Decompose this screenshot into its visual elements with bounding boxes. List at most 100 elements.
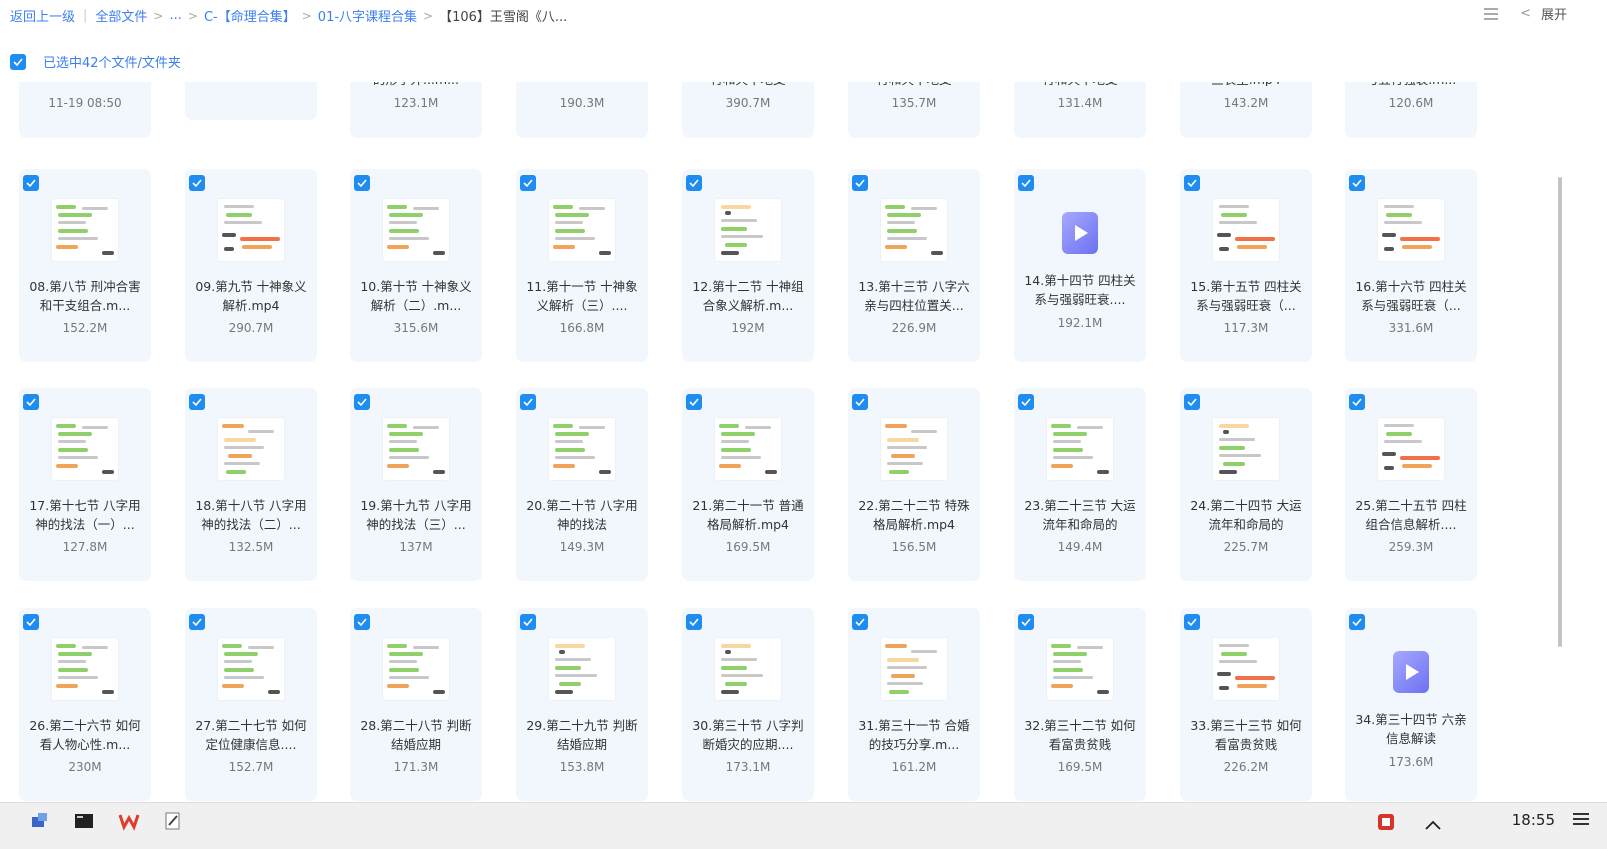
file-name: 行和天干地支 (690, 82, 806, 86)
file-card-partial[interactable]: 行和天干地支 390.7M (682, 82, 814, 138)
select-all-checkbox[interactable] (10, 53, 26, 70)
file-card-partial[interactable]: 的形学外...m... 123.1M (350, 82, 482, 138)
file-checkbox[interactable] (686, 175, 702, 191)
file-checkbox[interactable] (1349, 614, 1365, 630)
file-checkbox[interactable] (189, 175, 205, 191)
file-checkbox[interactable] (1018, 175, 1034, 191)
file-checkbox[interactable] (1349, 394, 1365, 410)
file-name: 21.第二十一节 普通格局解析.mp4 (692, 498, 804, 532)
breadcrumb-current: 【106】王雪阁《八... (439, 10, 568, 25)
file-checkbox[interactable] (520, 394, 536, 410)
file-checkbox[interactable] (354, 394, 370, 410)
file-card[interactable]: 13.第十三节 八字六亲与四柱位置关... 226.9M (848, 169, 980, 362)
file-checkbox[interactable] (1349, 175, 1365, 191)
file-card-partial[interactable]: 与五行强衰.m... 120.6M (1345, 82, 1477, 138)
selection-bar: 已选中42个文件/文件夹 (10, 52, 181, 71)
chevron-left-icon: < (1520, 6, 1531, 21)
file-checkbox[interactable] (354, 614, 370, 630)
file-card-partial[interactable]: 11-19 08:50 (19, 82, 151, 138)
file-card[interactable]: 23.第二十三节 大运流年和命局的 149.4M (1014, 388, 1146, 581)
file-card-partial[interactable] (185, 82, 317, 120)
file-card[interactable]: 19.第十九节 八字用神的找法（三）... 137M (350, 388, 482, 581)
file-card[interactable]: 30.第三十节 八字判断婚灾的应期.... 173.1M (682, 608, 814, 801)
security-app-icon[interactable] (1375, 811, 1397, 837)
file-checkbox[interactable] (852, 614, 868, 630)
file-card[interactable]: 11.第十一节 十神象义解析（三）.... 166.8M (516, 169, 648, 362)
file-checkbox[interactable] (852, 175, 868, 191)
file-checkbox[interactable] (1184, 614, 1200, 630)
file-card[interactable]: 27.第二十七节 如何定位健康信息.... 152.7M (185, 608, 317, 801)
video-thumbnail (383, 199, 449, 261)
notification-icon[interactable] (1573, 813, 1589, 827)
file-card[interactable]: 18.第十八节 八字用神的找法（二）... 132.5M (185, 388, 317, 581)
file-card[interactable]: 21.第二十一节 普通格局解析.mp4 169.5M (682, 388, 814, 581)
selection-count-label: 已选中42个文件/文件夹 (43, 56, 181, 71)
file-name (27, 82, 143, 86)
file-checkbox[interactable] (1018, 614, 1034, 630)
file-card[interactable]: 20.第二十节 八字用神的找法 149.3M (516, 388, 648, 581)
file-checkbox[interactable] (23, 175, 39, 191)
editor-icon[interactable] (164, 811, 182, 835)
file-size: 120.6M (1388, 96, 1434, 110)
file-card[interactable]: 26.第二十六节 如何看人物心性.m... 230M (19, 608, 151, 801)
file-name: 11.第十一节 十神象义解析（三）.... (526, 279, 638, 313)
file-card-partial[interactable]: 行和天干地支 135.7M (848, 82, 980, 138)
file-checkbox[interactable] (520, 175, 536, 191)
file-size: 290.7M (228, 321, 274, 335)
file-card[interactable]: 17.第十七节 八字用神的找法（一）... 127.8M (19, 388, 151, 581)
file-card[interactable]: 12.第十二节 十神组合象义解析.m... 192M (682, 169, 814, 362)
file-checkbox[interactable] (23, 394, 39, 410)
file-card-partial[interactable]: 190.3M (516, 82, 648, 138)
file-name: 30.第三十节 八字判断婚灾的应期.... (692, 718, 804, 752)
file-checkbox[interactable] (189, 394, 205, 410)
expand-button[interactable]: < 展开 (1520, 4, 1567, 23)
file-checkbox[interactable] (354, 175, 370, 191)
file-card[interactable]: 34.第三十四节 六亲信息解读 173.6M (1345, 608, 1477, 801)
file-name: 的形学外...m... (358, 82, 474, 86)
file-card[interactable]: 24.第二十四节 大运流年和命局的 225.7M (1180, 388, 1312, 581)
file-size: 171.3M (393, 760, 439, 774)
file-checkbox[interactable] (1018, 394, 1034, 410)
file-card-partial[interactable]: 三长生.mp4 143.2M (1180, 82, 1312, 138)
file-checkbox[interactable] (852, 394, 868, 410)
file-size: 190.3M (559, 96, 605, 110)
file-name: 22.第二十二节 特殊格局解析.mp4 (858, 498, 970, 532)
file-checkbox[interactable] (520, 614, 536, 630)
file-card[interactable]: 28.第二十八节 判断结婚应期 171.3M (350, 608, 482, 801)
chevron-up-icon[interactable] (1425, 815, 1441, 834)
file-card-partial[interactable]: 行和天干地支 131.4M (1014, 82, 1146, 138)
file-name: 32.第三十二节 如何看富贵贫贱 (1024, 718, 1136, 752)
breadcrumb-ellipsis[interactable]: ... (169, 8, 181, 23)
file-card[interactable]: 15.第十五节 四柱关系与强弱旺衰（... 117.3M (1180, 169, 1312, 362)
file-card[interactable]: 16.第十六节 四柱关系与强弱旺衰（... 331.6M (1345, 169, 1477, 362)
breadcrumb-all-files[interactable]: 全部文件 (95, 6, 147, 25)
list-view-icon[interactable] (1484, 7, 1499, 20)
file-checkbox[interactable] (189, 614, 205, 630)
breadcrumb-c-folder[interactable]: C-【命理合集】 (204, 6, 296, 25)
file-checkbox[interactable] (686, 614, 702, 630)
file-card[interactable]: 25.第二十五节 四柱组合信息解析.... 259.3M (1345, 388, 1477, 581)
scrollbar[interactable] (1556, 82, 1564, 802)
file-card[interactable]: 10.第十节 十神象义解析（二）.m... 315.6M (350, 169, 482, 362)
file-size: 11-19 08:50 (48, 96, 122, 110)
file-card[interactable]: 08.第八节 刑冲合害和干支组合.m... 152.2M (19, 169, 151, 362)
file-card[interactable]: 22.第二十二节 特殊格局解析.mp4 156.5M (848, 388, 980, 581)
terminal-icon[interactable] (74, 811, 94, 835)
file-checkbox[interactable] (1184, 175, 1200, 191)
network-app-icon[interactable] (30, 811, 50, 835)
file-checkbox[interactable] (23, 614, 39, 630)
scrollbar-thumb[interactable] (1558, 177, 1562, 647)
file-checkbox[interactable] (686, 394, 702, 410)
clock[interactable]: 18:55 (1512, 811, 1555, 829)
file-size: 225.7M (1223, 540, 1269, 554)
file-checkbox[interactable] (1184, 394, 1200, 410)
back-link[interactable]: 返回上一级 (10, 6, 75, 25)
file-card[interactable]: 09.第九节 十神象义解析.mp4 290.7M (185, 169, 317, 362)
wps-icon[interactable] (118, 811, 140, 835)
file-card[interactable]: 29.第二十九节 判断结婚应期 153.8M (516, 608, 648, 801)
breadcrumb-course[interactable]: 01-八字课程合集 (318, 6, 417, 25)
file-card[interactable]: 32.第三十二节 如何看富贵贫贱 169.5M (1014, 608, 1146, 801)
file-card[interactable]: 31.第三十一节 合婚的技巧分享.m... 161.2M (848, 608, 980, 801)
file-card[interactable]: 14.第十四节 四柱关系与强弱旺衰.... 192.1M (1014, 169, 1146, 362)
file-card[interactable]: 33.第三十三节 如何看富贵贫贱 226.2M (1180, 608, 1312, 801)
